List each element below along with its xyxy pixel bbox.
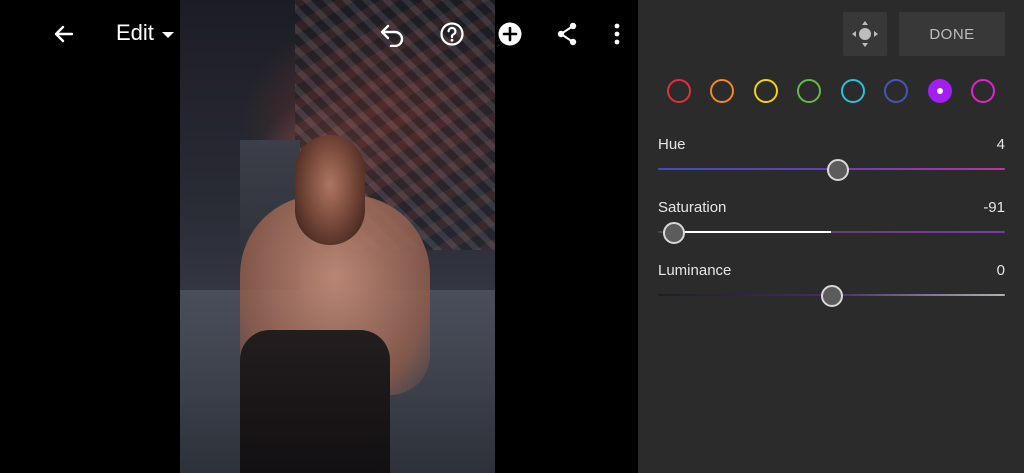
share-icon[interactable] (554, 20, 580, 48)
swatch-purple[interactable] (928, 79, 952, 103)
swatch-green[interactable] (797, 79, 821, 103)
saturation-slider-thumb[interactable] (662, 222, 685, 244)
chevron-down-icon (161, 31, 174, 38)
done-button[interactable]: DONE (899, 12, 1005, 56)
hue-value: 4 (996, 136, 1005, 153)
edit-mode-dropdown[interactable]: Edit (116, 20, 174, 46)
more-icon[interactable] (608, 20, 626, 48)
undo-icon[interactable] (378, 20, 408, 48)
add-icon[interactable] (496, 20, 524, 48)
targeted-adjustment-icon (852, 21, 878, 47)
photo-subject-legs (240, 330, 390, 473)
swatch-yellow[interactable] (754, 79, 778, 103)
saturation-slider-fill (673, 231, 832, 233)
photo-canvas-area (0, 0, 638, 473)
swatch-magenta[interactable] (971, 79, 995, 103)
swatch-aqua[interactable] (841, 79, 865, 103)
swatch-orange[interactable] (710, 79, 734, 103)
hue-slider-row: Hue 4 (658, 136, 1005, 182)
hue-slider-thumb[interactable] (827, 159, 850, 181)
photo-subject-head (295, 135, 365, 245)
saturation-slider-row: Saturation -91 (658, 199, 1005, 245)
luminance-value: 0 (996, 262, 1005, 279)
saturation-value: -91 (983, 199, 1005, 216)
luminance-label: Luminance (658, 262, 732, 279)
help-icon[interactable] (438, 20, 466, 48)
back-arrow-icon[interactable] (50, 20, 78, 48)
saturation-label: Saturation (658, 199, 727, 216)
swatch-blue[interactable] (884, 79, 908, 103)
edit-mode-label: Edit (116, 20, 154, 45)
color-swatch-row (667, 79, 997, 105)
hue-label: Hue (658, 136, 686, 153)
luminance-slider-row: Luminance 0 (658, 262, 1005, 308)
luminance-slider-thumb[interactable] (820, 285, 843, 307)
photo-preview[interactable] (180, 0, 495, 473)
swatch-red[interactable] (667, 79, 691, 103)
targeted-adjustment-button[interactable] (843, 12, 887, 56)
